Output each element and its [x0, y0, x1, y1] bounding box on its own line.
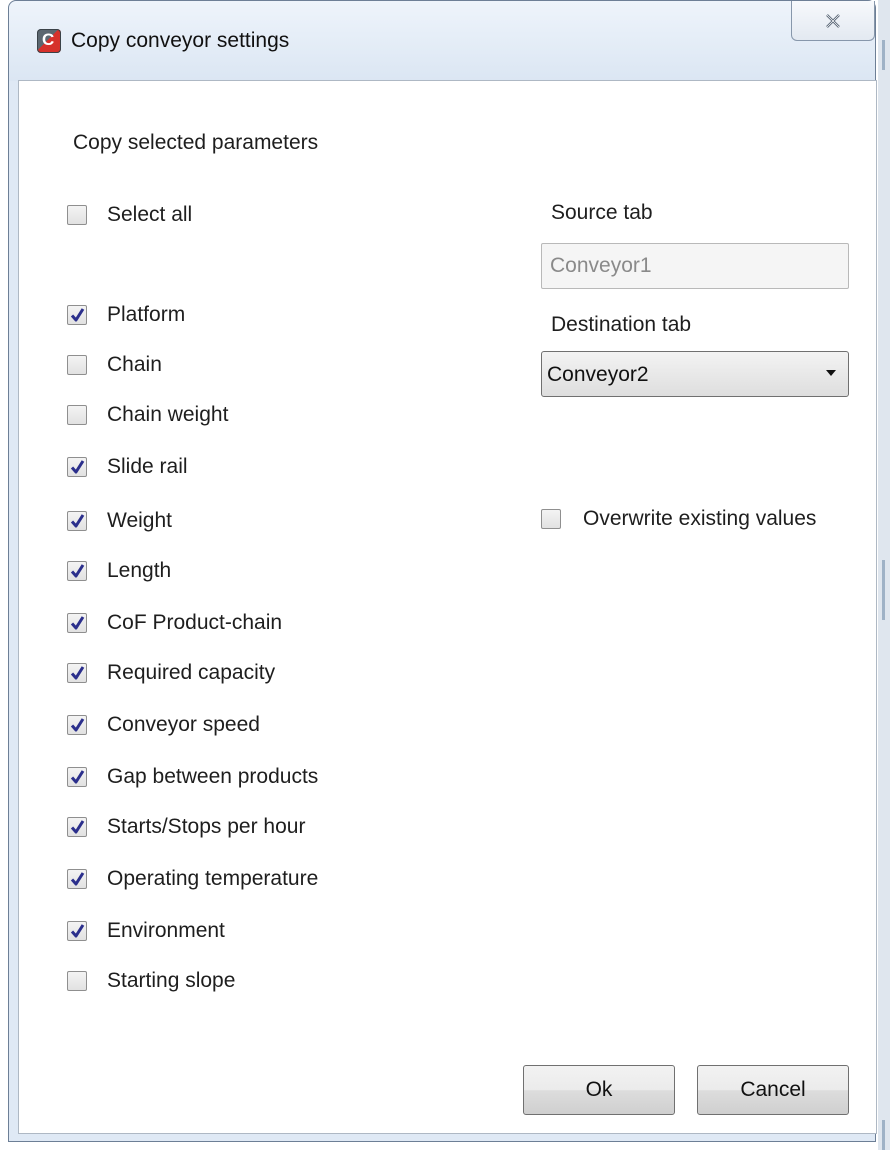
parameter-label: Conveyor speed: [107, 713, 260, 736]
checkmark-icon: [70, 460, 85, 474]
checkbox-box[interactable]: [67, 457, 87, 477]
parameter-label: CoF Product-chain: [107, 611, 283, 634]
checkmark-icon: [70, 564, 85, 578]
checkbox-box[interactable]: [67, 715, 87, 735]
parameter-label: Operating temperature: [107, 867, 319, 890]
parameter-label: Gap between products: [107, 765, 319, 788]
overwrite-checkbox[interactable]: Overwrite existing values: [541, 507, 816, 531]
parameter-checkbox[interactable]: CoF Product-chain: [67, 611, 282, 635]
parameter-checkbox[interactable]: Environment: [67, 919, 225, 943]
heading: Copy selected parameters: [73, 131, 319, 154]
checkmark-icon: [70, 666, 85, 680]
app-icon: [37, 29, 61, 53]
checkmark-icon: [70, 770, 85, 784]
checkbox-box[interactable]: [67, 305, 87, 325]
parameter-checkbox[interactable]: Chain weight: [67, 403, 228, 427]
checkbox-box[interactable]: [67, 817, 87, 837]
checkbox-box[interactable]: [67, 921, 87, 941]
checkmark-icon: [70, 718, 85, 732]
close-icon: [826, 13, 840, 28]
select-all-label: Select all: [107, 203, 193, 226]
parameter-label: Environment: [107, 919, 225, 942]
select-all-checkbox[interactable]: Select all: [67, 203, 192, 227]
checkmark-icon: [70, 872, 85, 886]
close-button[interactable]: [791, 1, 875, 41]
parameter-label: Slide rail: [107, 455, 188, 478]
checkbox-box[interactable]: [67, 971, 87, 991]
window-title: Copy conveyor settings: [71, 29, 290, 52]
checkmark-icon: [70, 308, 85, 322]
checkbox-box[interactable]: [67, 663, 87, 683]
checkbox-box[interactable]: [67, 869, 87, 889]
parameter-label: Platform: [107, 303, 186, 326]
source-tab-label: Source tab: [551, 201, 653, 224]
parameter-checkbox[interactable]: Operating temperature: [67, 867, 318, 891]
checkmark-icon: [70, 514, 85, 528]
checkbox-box[interactable]: [67, 355, 87, 375]
parameter-label: Chain weight: [107, 403, 229, 426]
parameter-label: Starts/Stops per hour: [107, 815, 306, 838]
background-window-edge: [878, 0, 890, 1150]
parameter-checkbox[interactable]: Slide rail: [67, 455, 188, 479]
destination-tab-dropdown[interactable]: Conveyor2: [541, 351, 849, 397]
parameter-label: Weight: [107, 509, 172, 532]
source-tab-field[interactable]: Conveyor1: [541, 243, 849, 289]
parameter-checkbox[interactable]: Conveyor speed: [67, 713, 260, 737]
parameter-checkbox[interactable]: Starting slope: [67, 969, 235, 993]
checkmark-icon: [70, 820, 85, 834]
checkbox-box[interactable]: [67, 561, 87, 581]
destination-tab-value: Conveyor2: [547, 363, 649, 386]
parameter-label: Chain: [107, 353, 162, 376]
dialog-content: Copy selected parameters Select all Plat…: [18, 80, 877, 1134]
checkmark-icon: [70, 924, 85, 938]
destination-tab-label: Destination tab: [551, 313, 692, 336]
ok-button[interactable]: Ok: [523, 1065, 675, 1115]
checkmark-icon: [70, 616, 85, 630]
checkbox-box[interactable]: [67, 511, 87, 531]
parameter-checkbox[interactable]: Chain: [67, 353, 162, 377]
parameter-checkbox[interactable]: Starts/Stops per hour: [67, 815, 305, 839]
checkbox-box[interactable]: [67, 405, 87, 425]
dropdown-arrow-icon: [826, 370, 836, 376]
title-bar[interactable]: Copy conveyor settings: [9, 1, 875, 81]
parameter-checkbox[interactable]: Platform: [67, 303, 185, 327]
checkbox-box[interactable]: [541, 509, 561, 529]
parameter-label: Length: [107, 559, 172, 582]
parameter-label: Required capacity: [107, 661, 276, 684]
parameter-label: Starting slope: [107, 969, 236, 992]
checkbox-box[interactable]: [67, 767, 87, 787]
cancel-button[interactable]: Cancel: [697, 1065, 849, 1115]
parameter-checkbox[interactable]: Required capacity: [67, 661, 275, 685]
parameter-checkbox[interactable]: Gap between products: [67, 765, 318, 789]
parameter-checkbox[interactable]: Length: [67, 559, 171, 583]
parameter-checkbox[interactable]: Weight: [67, 509, 172, 533]
checkbox-box[interactable]: [67, 205, 87, 225]
checkbox-box[interactable]: [67, 613, 87, 633]
overwrite-label: Overwrite existing values: [583, 507, 817, 530]
